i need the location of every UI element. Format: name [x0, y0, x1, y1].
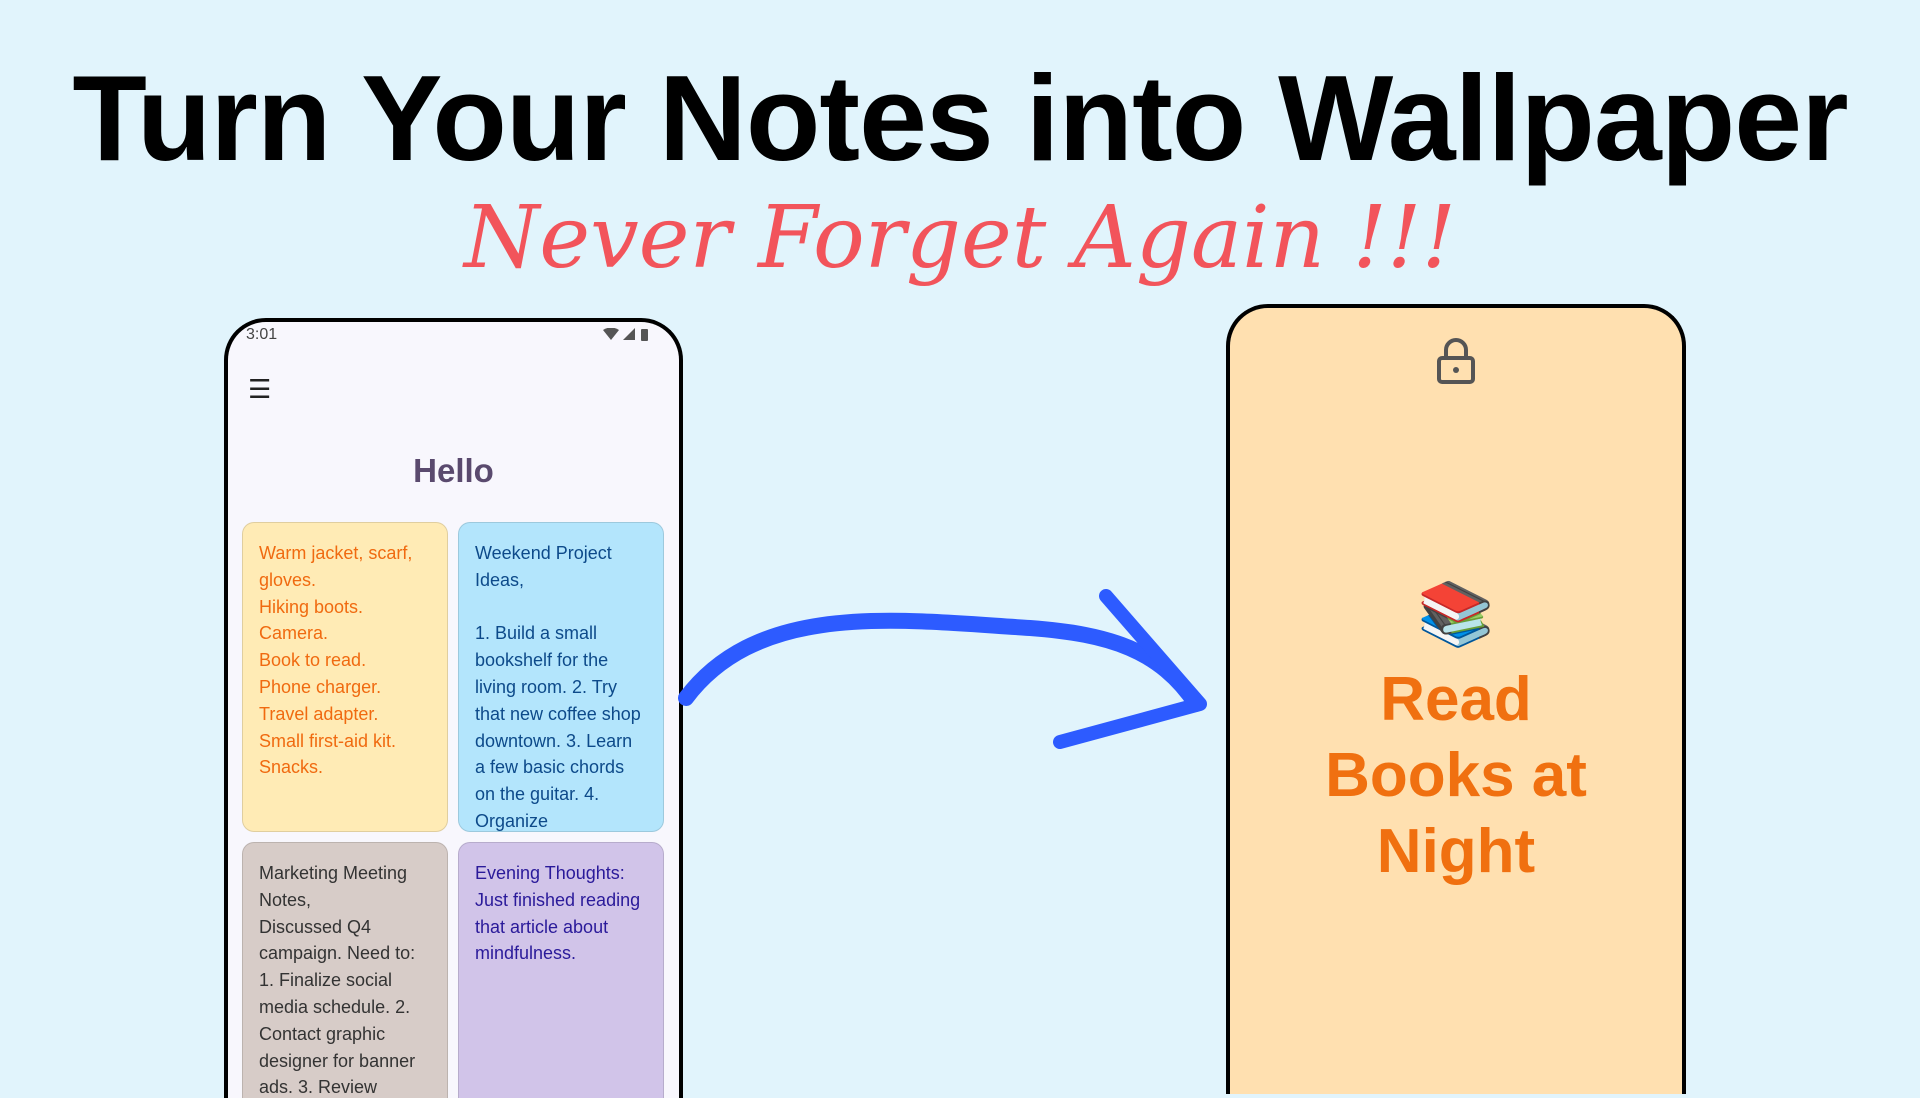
lock-icon	[1437, 338, 1475, 384]
books-icon: 📚	[1417, 580, 1495, 649]
wallpaper-phone: 📚 Read Books at Night	[1226, 304, 1686, 1094]
wallpaper-text: Read Books at Night	[1325, 665, 1587, 886]
